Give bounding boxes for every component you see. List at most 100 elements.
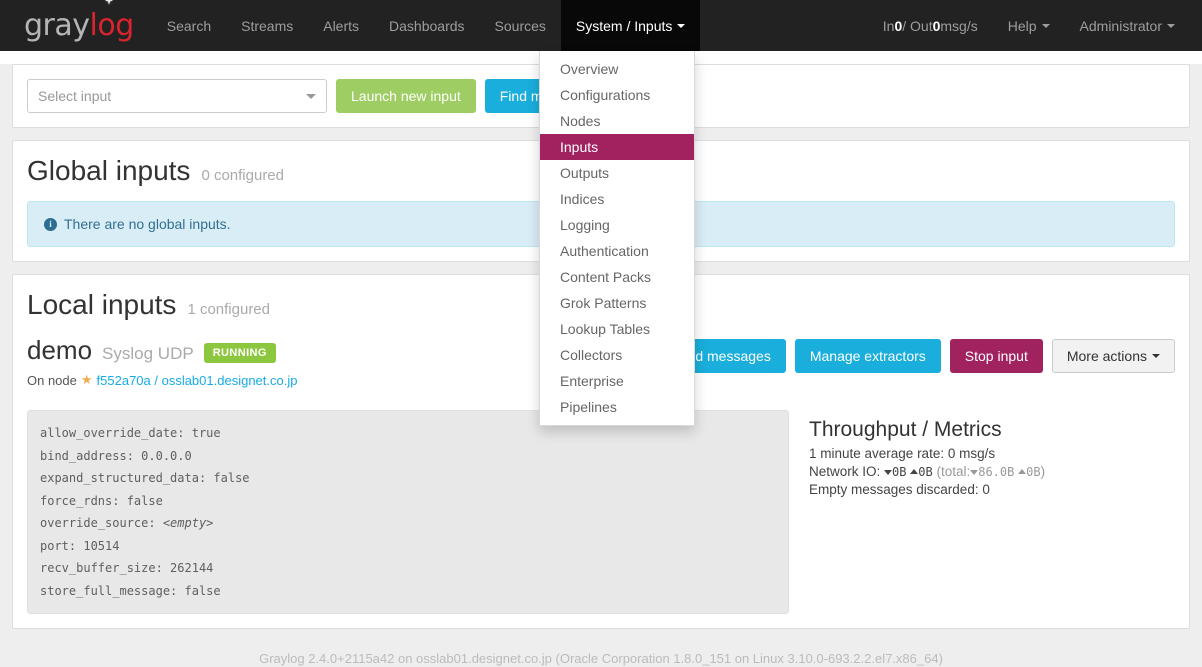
arrow-down-icon	[884, 470, 893, 475]
config-value: 262144	[162, 561, 214, 575]
select-input-dropdown[interactable]: Select input	[27, 79, 327, 113]
config-key: port:	[40, 538, 77, 553]
dropdown-item-collectors[interactable]: Collectors	[540, 342, 694, 368]
config-value: <empty>	[155, 516, 214, 530]
dropdown-item-configurations[interactable]: Configurations	[540, 82, 694, 108]
input-detail-row: allow_override_date: true bind_address: 0…	[27, 410, 1175, 614]
config-line: expand_structured_data: false	[40, 467, 776, 490]
status-badge: RUNNING	[203, 343, 276, 363]
input-metrics-column: Throughput / Metrics 1 minute average ra…	[809, 410, 1175, 614]
config-key: recv_buffer_size:	[40, 561, 163, 575]
input-configuration-well: allow_override_date: true bind_address: 0…	[27, 410, 789, 614]
chevron-down-icon	[677, 23, 686, 28]
metrics-network-label: Network IO:	[809, 464, 881, 479]
manage-extractors-button[interactable]: Manage extractors	[794, 339, 941, 373]
throughput-suffix: msg/s	[940, 17, 978, 34]
config-key: override_source:	[40, 516, 156, 530]
config-value: false	[206, 471, 250, 485]
dropdown-item-pipelines[interactable]: Pipelines	[540, 394, 694, 420]
chevron-down-icon	[1167, 23, 1175, 28]
more-actions-label: More actions	[1066, 348, 1147, 364]
dropdown-item-grok-patterns[interactable]: Grok Patterns	[540, 290, 694, 316]
throughput-mid: / Out	[902, 17, 933, 34]
config-line: force_rdns: false	[40, 490, 776, 513]
dropdown-item-authentication[interactable]: Authentication	[540, 238, 694, 264]
network-out-value: 0B	[918, 465, 933, 479]
global-inputs-empty-message: There are no global inputs.	[64, 216, 231, 232]
metrics-network-io: Network IO: 0B 0B (total: 86.0B 0B)	[809, 463, 1175, 481]
nav-label: Help	[1007, 17, 1037, 34]
network-total-in-value: 86.0B	[978, 465, 1015, 479]
top-navbar: gray log Search Streams Alerts Dashboards…	[0, 0, 1202, 51]
input-name: demo	[27, 335, 93, 365]
dropdown-item-overview[interactable]: Overview	[540, 56, 694, 82]
arrow-up-icon	[1018, 469, 1027, 474]
more-actions-button[interactable]: More actions	[1051, 339, 1175, 373]
node-link[interactable]: f552a70a / osslab01.designet.co.jp	[97, 373, 298, 388]
metrics-discarded: Empty messages discarded: 0	[809, 482, 990, 497]
nav-item-alerts[interactable]: Alerts	[308, 0, 374, 51]
input-identity: demo Syslog UDP RUNNING On node ★ f552a7…	[27, 335, 297, 388]
local-inputs-count: 1 configured	[187, 301, 270, 318]
info-circle-icon: i	[44, 217, 57, 231]
logo-text-gray: gray	[24, 7, 90, 43]
metrics-title: Throughput / Metrics	[809, 418, 1002, 441]
page-footer: Graylog 2.4.0+2115a42 on osslab01.design…	[259, 651, 943, 666]
config-line: recv_buffer_size: 262144	[40, 557, 776, 580]
network-in-value: 0B	[892, 465, 907, 479]
logo-text-log: log	[89, 0, 135, 43]
dropdown-item-indices[interactable]: Indices	[540, 186, 694, 212]
node-prefix-label: On node	[27, 372, 77, 388]
global-inputs-title: Global inputs	[27, 155, 191, 186]
nav-item-help[interactable]: Help	[993, 0, 1065, 51]
nav-item-system-inputs[interactable]: System / Inputs	[560, 0, 701, 51]
dropdown-item-nodes[interactable]: Nodes	[540, 108, 694, 134]
logo-text-log-label: log	[89, 7, 135, 43]
config-key: force_rdns:	[40, 493, 120, 508]
arrow-up-icon	[910, 469, 919, 474]
network-total-suffix: )	[1040, 464, 1046, 479]
nav-item-administrator[interactable]: Administrator	[1065, 0, 1190, 51]
network-total-out-value: 0B	[1026, 465, 1041, 479]
nav-label: Alerts	[323, 17, 360, 34]
network-total-group: (total: 86.0B 0B)	[936, 464, 1045, 479]
network-total-prefix: (total:	[936, 464, 971, 479]
nav-item-streams[interactable]: Streams	[226, 0, 308, 51]
star-icon: ★	[80, 372, 93, 387]
network-out-group: 0B	[910, 465, 933, 479]
nav-item-sources[interactable]: Sources	[480, 0, 561, 51]
network-total-in-group: 86.0B	[970, 465, 1014, 479]
nav-item-search[interactable]: Search	[152, 0, 226, 51]
graylog-logo[interactable]: gray log	[0, 0, 152, 51]
throughput-indicator: In 0 / Out 0 msg/s	[868, 0, 993, 51]
dropdown-item-logging[interactable]: Logging	[540, 212, 694, 238]
metrics-rate: 1 minute average rate: 0 msg/s	[809, 446, 996, 461]
config-value: false	[177, 583, 221, 598]
dropdown-item-inputs[interactable]: Inputs	[540, 134, 694, 160]
config-key: expand_structured_data:	[40, 471, 207, 485]
nav-item-dashboards[interactable]: Dashboards	[374, 0, 480, 51]
nav-label: Dashboards	[389, 17, 465, 34]
dropdown-item-lookup-tables[interactable]: Lookup Tables	[540, 316, 694, 342]
input-title-line: demo Syslog UDP RUNNING	[27, 335, 297, 366]
throughput-out-value: 0	[932, 17, 941, 34]
nav-label: Streams	[241, 17, 294, 34]
config-key: allow_override_date:	[40, 426, 185, 440]
navbar-right: In 0 / Out 0 msg/s Help Administrator	[868, 0, 1202, 51]
chevron-down-icon	[1152, 354, 1160, 358]
stop-input-button[interactable]: Stop input	[949, 339, 1043, 373]
select-input-placeholder: Select input	[38, 88, 112, 104]
dropdown-item-content-packs[interactable]: Content Packs	[540, 264, 694, 290]
local-inputs-title: Local inputs	[27, 289, 177, 320]
network-in-group: 0B	[884, 465, 906, 479]
config-value: false	[119, 493, 163, 508]
config-line: bind_address: 0.0.0.0	[40, 445, 776, 468]
throughput-prefix: In	[882, 17, 895, 34]
dropdown-item-outputs[interactable]: Outputs	[540, 160, 694, 186]
chevron-down-icon	[306, 93, 316, 99]
config-value: 10514	[76, 538, 120, 553]
nav-label: Administrator	[1079, 17, 1162, 34]
dropdown-item-enterprise[interactable]: Enterprise	[540, 368, 694, 394]
nav-label: Sources	[494, 17, 546, 34]
launch-new-input-button[interactable]: Launch new input	[336, 79, 476, 113]
